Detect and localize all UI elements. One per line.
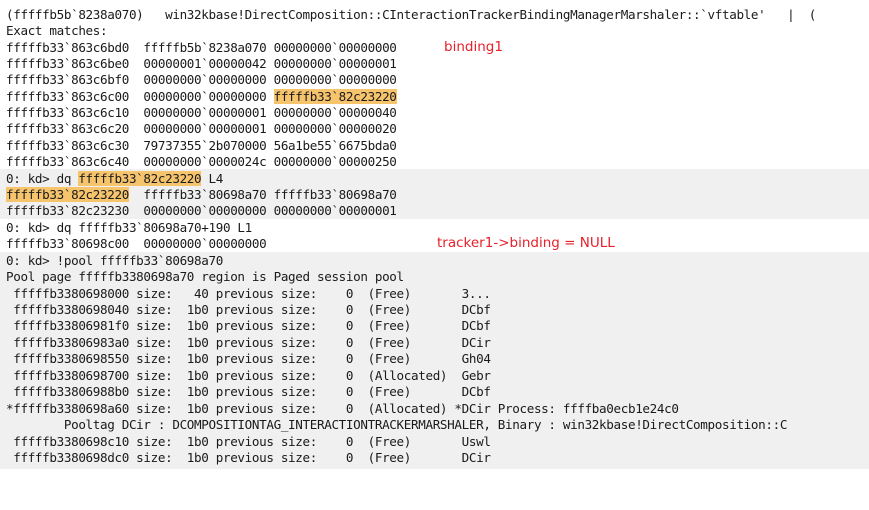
dump2-address-highlight: fffffb33`82c23220 [6,187,129,202]
dump1-row-with-pointer: fffffb33`863c6c00 00000000`00000000 ffff… [6,89,397,105]
exact-matches-label: Exact matches: [6,23,108,38]
dump1-row: fffffb33`863c6c40 00000000`0000024c 0000… [6,154,397,169]
header-line: (fffffb5b`8238a070) win32kbase!DirectCom… [6,7,816,22]
pool-row: fffffb3380698040 size: 1b0 previous size… [6,302,491,317]
dump2-row-rest: fffffb33`80698a70 fffffb33`80698a70 [128,187,397,202]
pool-header: Pool page fffffb3380698a70 region is Pag… [6,269,404,284]
dump1-row: fffffb33`863c6c30 79737355`2b070000 56a1… [6,138,397,153]
dump1-row: fffffb33`863c6bf0 00000000`00000000 0000… [6,72,397,87]
pool-row: fffffb33806988b0 size: 1b0 previous size… [6,384,491,399]
dump1-row: fffffb33`863c6c10 00000000`00000001 0000… [6,105,397,120]
pool-row: fffffb3380698c10 size: 1b0 previous size… [6,434,491,449]
binding-pointer-highlight: fffffb33`82c23220 [273,89,397,104]
command-dq-binding: 0: kd> dq fffffb33`82c23220 L4 [6,171,223,187]
command-arg-rest: L4 [201,171,224,186]
command-pool: 0: kd> !pool fffffb33`80698a70 [6,253,223,268]
pool-row: fffffb3380698700 size: 1b0 previous size… [6,368,491,383]
dump1-row: fffffb33`863c6bd0 fffffb5b`8238a070 0000… [6,40,397,55]
pool-row: fffffb3380698dc0 size: 1b0 previous size… [6,450,491,465]
dump1-row: fffffb33`863c6c20 00000000`00000001 0000… [6,121,397,136]
pool-row: fffffb33806983a0 size: 1b0 previous size… [6,335,491,350]
dump2-row: fffffb33`82c23230 00000000`00000000 0000… [6,203,397,218]
pool-tag-description: Pooltag DCir : DCOMPOSITIONTAG_INTERACTI… [6,417,788,432]
command-arg-highlight: fffffb33`82c23220 [78,171,202,186]
pool-row-allocated-target: *fffffb3380698a60 size: 1b0 previous siz… [6,401,679,416]
dump3-row: fffffb33`80698c00 00000000`00000000 [6,236,267,251]
dump1-row-text: fffffb33`863c6c00 00000000`00000000 [6,89,274,104]
pool-row: fffffb3380698000 size: 40 previous size:… [6,286,491,301]
pool-row: fffffb3380698550 size: 1b0 previous size… [6,351,491,366]
prompt-text: 0: kd> dq [6,171,79,186]
annotation-binding1: binding1 [444,39,503,55]
dump1-row: fffffb33`863c6be0 00000001`00000042 0000… [6,56,397,71]
dump2-row: fffffb33`82c23220 fffffb33`80698a70 ffff… [6,187,397,203]
pool-row: fffffb33806981f0 size: 1b0 previous size… [6,318,491,333]
annotation-tracker-binding-null: tracker1->binding = NULL [437,235,615,251]
command-dq-tracker: 0: kd> dq fffffb33`80698a70+190 L1 [6,220,252,235]
